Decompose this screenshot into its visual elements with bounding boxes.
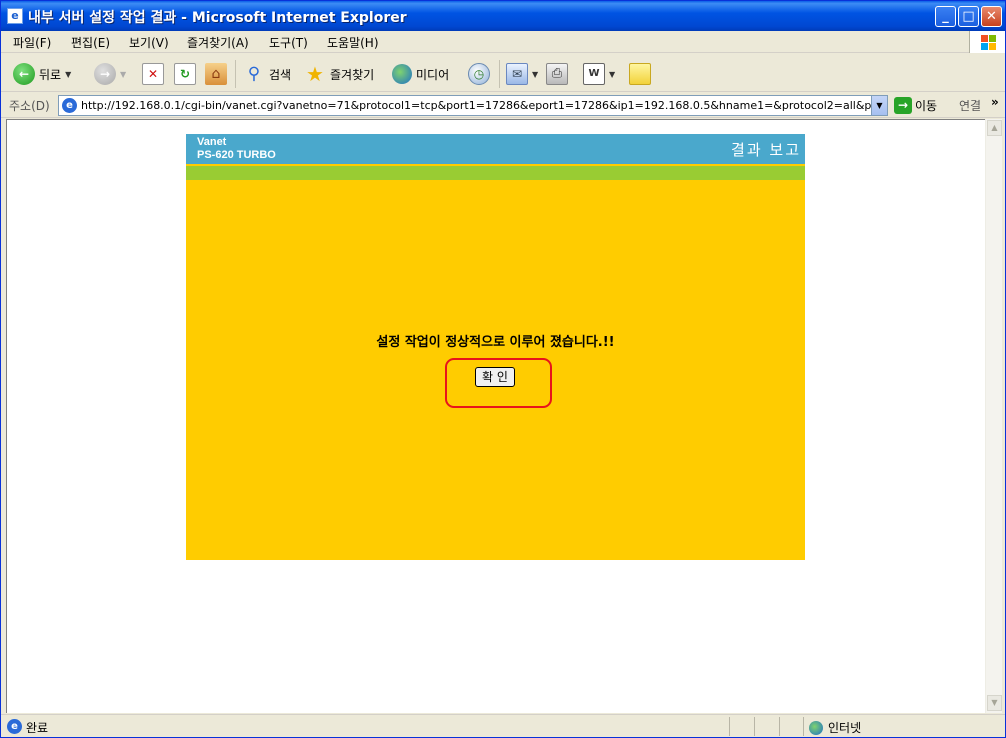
report-title: 결과 보고: [731, 141, 801, 159]
scroll-down-icon[interactable]: ▼: [987, 695, 1002, 711]
media-button[interactable]: 미디어: [392, 61, 449, 87]
minimize-button[interactable]: _: [935, 6, 956, 27]
back-button[interactable]: ← 뒤로 ▼: [13, 61, 71, 87]
edit-dropdown-icon[interactable]: ▼: [609, 70, 615, 79]
menu-file[interactable]: 파일(F): [13, 34, 51, 51]
menu-view[interactable]: 보기(V): [129, 34, 169, 51]
scroll-up-icon[interactable]: ▲: [987, 120, 1002, 136]
close-button[interactable]: ✕: [981, 6, 1002, 27]
search-label: 검색: [269, 67, 292, 82]
panel-header: Vanet PS-620 TURBO 결과 보고: [186, 134, 805, 164]
links-chevron-icon[interactable]: »: [991, 95, 999, 109]
page-content: Vanet PS-620 TURBO 결과 보고 설정 작업이 정상적으로 이루…: [6, 119, 985, 713]
status-divider: [729, 717, 730, 736]
links-label[interactable]: 연결: [959, 97, 981, 114]
status-text: 완료: [26, 721, 49, 735]
favorites-label: 즐겨찾기: [330, 67, 375, 82]
go-arrow-icon: →: [894, 97, 912, 114]
address-url[interactable]: http://192.168.0.1/cgi-bin/vanet.cgi?van…: [81, 99, 871, 112]
stop-icon: ✕: [142, 63, 164, 85]
refresh-icon: ↻: [174, 63, 196, 85]
result-panel: Vanet PS-620 TURBO 결과 보고 설정 작업이 정상적으로 이루…: [186, 134, 805, 560]
menu-tools[interactable]: 도구(T): [269, 34, 308, 51]
standard-toolbar: ← 뒤로 ▼ → ▼ ✕ ↻ ⌂ ⚲ 검색 ★ 즐겨찾기 미디어 ◷ ✉ ▼ ⎙…: [1, 54, 1005, 92]
menu-edit[interactable]: 편집(E): [71, 34, 110, 51]
edit-button[interactable]: W ▼: [583, 61, 615, 87]
toolbar-separator: [499, 60, 500, 88]
status-divider: [803, 717, 804, 736]
maximize-button[interactable]: □: [958, 6, 979, 27]
print-icon: ⎙: [546, 63, 568, 85]
address-bar: 주소(D) e http://192.168.0.1/cgi-bin/vanet…: [1, 93, 1005, 118]
back-label: 뒤로: [39, 67, 62, 82]
menu-help[interactable]: 도움말(H): [327, 34, 379, 51]
internet-zone-icon: [809, 720, 823, 735]
ie-page-icon: e: [7, 719, 22, 734]
mail-button[interactable]: ✉ ▼: [506, 61, 538, 87]
favorites-button[interactable]: ★ 즐겨찾기: [304, 61, 374, 87]
back-dropdown-icon[interactable]: ▼: [65, 70, 71, 79]
brand-name: Vanet: [197, 136, 227, 148]
toolbar-separator: [235, 60, 236, 88]
brand: Vanet PS-620 TURBO: [197, 136, 276, 162]
brand-model: PS-620 TURBO: [197, 149, 276, 161]
history-icon: ◷: [468, 63, 490, 85]
address-dropdown-icon[interactable]: ▼: [871, 96, 887, 115]
search-button[interactable]: ⚲ 검색: [243, 61, 291, 87]
forward-arrow-icon: →: [94, 63, 116, 85]
messenger-button[interactable]: [629, 61, 651, 87]
star-icon: ★: [306, 62, 324, 86]
green-band: [186, 166, 805, 180]
success-message: 설정 작업이 정상적으로 이루어 졌습니다.!!: [376, 335, 615, 350]
print-button[interactable]: ⎙: [546, 61, 568, 87]
note-icon: [629, 63, 651, 85]
edit-page-icon: W: [583, 63, 605, 85]
security-zone: 인터넷: [809, 719, 861, 736]
go-label: 이동: [915, 99, 938, 113]
menu-favorites[interactable]: 즐겨찾기(A): [187, 34, 249, 51]
mail-icon: ✉: [506, 63, 528, 85]
media-label: 미디어: [416, 67, 450, 82]
confirm-button[interactable]: 확 인: [475, 367, 515, 387]
history-button[interactable]: ◷: [468, 61, 490, 87]
window-title: 내부 서버 설정 작업 결과 - Microsoft Internet Expl…: [28, 10, 407, 26]
media-icon: [392, 64, 412, 84]
windows-logo-icon: [969, 31, 1005, 53]
back-arrow-icon: ←: [13, 63, 35, 85]
ie-page-icon: e: [7, 8, 23, 24]
go-button[interactable]: → 이동: [894, 97, 937, 114]
forward-dropdown-icon[interactable]: ▼: [120, 70, 126, 79]
refresh-button[interactable]: ↻: [174, 61, 196, 87]
forward-button[interactable]: → ▼: [94, 61, 126, 87]
vertical-scrollbar[interactable]: ▲ ▼: [985, 119, 1002, 713]
menu-bar: 파일(F) 편집(E) 보기(V) 즐겨찾기(A) 도구(T) 도움말(H): [1, 31, 1005, 53]
mail-dropdown-icon[interactable]: ▼: [532, 70, 538, 79]
address-label: 주소(D): [9, 99, 50, 113]
home-button[interactable]: ⌂: [205, 61, 227, 87]
search-icon: ⚲: [247, 64, 261, 84]
address-field[interactable]: e http://192.168.0.1/cgi-bin/vanet.cgi?v…: [58, 95, 888, 116]
status-bar: e 완료 인터넷: [1, 714, 1005, 737]
home-icon: ⌂: [205, 63, 227, 85]
status-divider: [754, 717, 755, 736]
status-divider: [779, 717, 780, 736]
ie-page-icon: e: [62, 98, 77, 113]
title-bar: e 내부 서버 설정 작업 결과 - Microsoft Internet Ex…: [1, 1, 1005, 31]
zone-label: 인터넷: [828, 721, 862, 735]
browser-window: e 내부 서버 설정 작업 결과 - Microsoft Internet Ex…: [0, 0, 1006, 738]
stop-button[interactable]: ✕: [142, 61, 164, 87]
